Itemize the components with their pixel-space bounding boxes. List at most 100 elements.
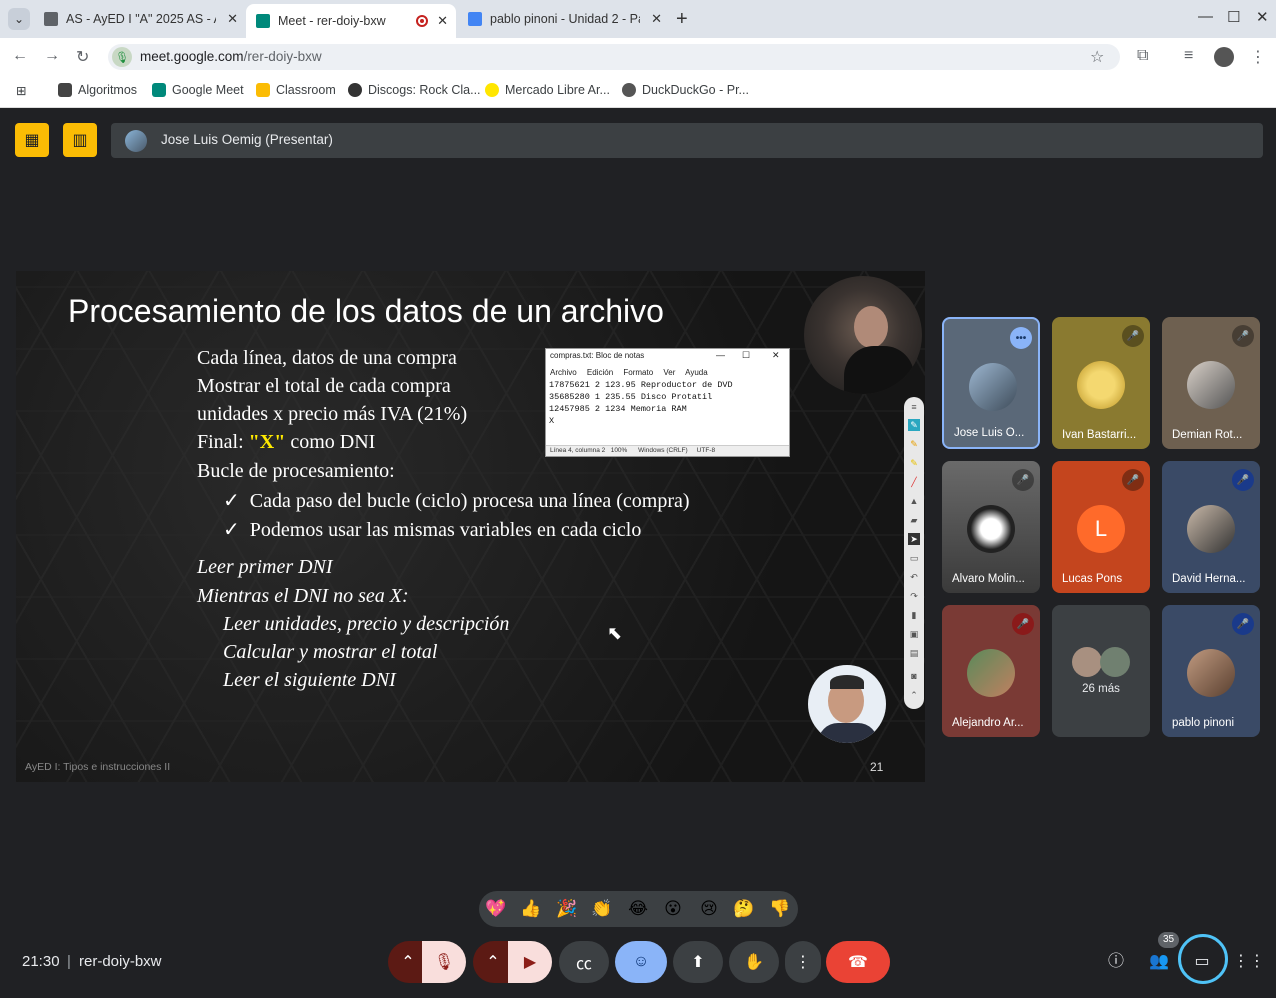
- participant-name: Jose Luis O...: [954, 427, 1025, 439]
- image-icon[interactable]: ▣: [908, 628, 920, 640]
- slide-text: Cada línea, datos de una compra: [197, 347, 457, 369]
- present-button[interactable]: ⬆: [673, 941, 723, 983]
- close-icon[interactable]: ✕: [227, 11, 238, 27]
- board-icon[interactable]: ▤: [908, 647, 920, 659]
- avatar: [1100, 647, 1130, 677]
- participant-tile[interactable]: 🎤 Ivan Bastarri...: [1052, 317, 1150, 449]
- close-icon[interactable]: ✕: [651, 11, 662, 27]
- clear-icon[interactable]: ▭: [908, 552, 920, 564]
- activities-icon[interactable]: ⋮⋮: [1233, 950, 1265, 974]
- slide-algo: Mientras el DNI no sea X:: [197, 585, 409, 607]
- microphone-site-icon[interactable]: 🎙: [112, 47, 132, 67]
- notepad-title: compras.txt: Bloc de notas: [550, 351, 645, 360]
- more-options-icon[interactable]: •••: [1010, 327, 1032, 349]
- tab-strip: ⌄ AS - AyED I "A" 2025 AS - Al ✕ Meet - …: [0, 0, 1276, 38]
- camera-toggle-button[interactable]: ▶: [508, 941, 552, 983]
- tab-search-button[interactable]: ⌄: [8, 8, 30, 30]
- marker-icon[interactable]: ✎: [908, 457, 920, 469]
- participant-tile[interactable]: 🎤 David Herna...: [1162, 461, 1260, 593]
- slide-algo: Leer primer DNI: [197, 556, 333, 578]
- forward-icon[interactable]: →: [44, 47, 60, 65]
- back-icon[interactable]: ←: [12, 47, 28, 65]
- people-icon[interactable]: 👥: [1147, 950, 1171, 974]
- tab-title: pablo pinoni - Unidad 2 - Pa: [490, 12, 640, 26]
- media-icon[interactable]: ≡: [1184, 47, 1193, 65]
- layout-button[interactable]: ▥: [63, 123, 97, 157]
- tab-meet[interactable]: Meet - rer-doiy-bxw ✕: [246, 4, 456, 38]
- more-count: 26 más: [1082, 683, 1120, 695]
- reaction-surprised[interactable]: 😮: [660, 898, 686, 920]
- meeting-info-icon[interactable]: ⓘ: [1104, 950, 1128, 974]
- profile-avatar[interactable]: [1214, 47, 1234, 67]
- bookmark-meet[interactable]: Google Meet: [152, 83, 244, 97]
- captions-button[interactable]: ㏄: [559, 941, 609, 983]
- pointer-icon[interactable]: ➤: [908, 533, 920, 545]
- participant-name: Ivan Bastarri...: [1062, 429, 1137, 441]
- new-tab-button[interactable]: +: [676, 8, 688, 31]
- leave-call-button[interactable]: ☎: [826, 941, 890, 983]
- bookmark-classroom[interactable]: Classroom: [256, 83, 336, 97]
- pen-icon[interactable]: ✎: [908, 419, 920, 431]
- stamp-icon[interactable]: ▲: [908, 495, 920, 507]
- reaction-party[interactable]: 🎉: [554, 898, 580, 920]
- url-text[interactable]: meet.google.com/rer-doiy-bxw: [140, 49, 322, 64]
- participant-tile[interactable]: L 🎤 Lucas Pons: [1052, 461, 1150, 593]
- apps-icon[interactable]: ⊞: [16, 83, 26, 98]
- minimize-button[interactable]: —: [1198, 8, 1213, 25]
- presenter-bar: Jose Luis Oemig (Presentar): [111, 123, 1263, 158]
- reaction-clap[interactable]: 👏: [589, 898, 615, 920]
- notepad-line: 35685280 1 235.55 Disco Protatil: [549, 392, 713, 402]
- presenter-webcam-1: [804, 276, 922, 394]
- hand-icon: ✋: [744, 954, 764, 971]
- slide-text: Final: "X" como DNI: [197, 431, 376, 453]
- maximize-button[interactable]: ☐: [1227, 8, 1240, 26]
- reaction-thumbs-down[interactable]: 👎: [767, 898, 793, 920]
- notepad-line: 17875621 2 123.95 Reproductor de DVD: [549, 380, 733, 390]
- reaction-thinking[interactable]: 🤔: [731, 898, 757, 920]
- bookmark-algoritmos[interactable]: Algoritmos: [58, 83, 137, 97]
- participant-tile[interactable]: 🎤 Alejandro Ar...: [942, 605, 1040, 737]
- slide-check: ✓ Podemos usar las mismas variables en c…: [223, 519, 642, 541]
- camera-off-icon: ▶: [523, 954, 537, 971]
- slide-algo: Leer el siguiente DNI: [223, 669, 396, 691]
- reload-icon[interactable]: ↻: [76, 47, 89, 67]
- reaction-thumbs-up[interactable]: 👍: [518, 898, 544, 920]
- reaction-laugh[interactable]: 😂: [625, 898, 651, 920]
- menu-icon[interactable]: ⋮: [1250, 47, 1266, 67]
- reaction-heart[interactable]: 💖: [483, 898, 509, 920]
- bookmark-discogs[interactable]: Discogs: Rock Cla...: [348, 83, 481, 97]
- bookmark-mercadolibre[interactable]: Mercado Libre Ar...: [485, 83, 610, 97]
- participant-name: Alejandro Ar...: [952, 717, 1024, 729]
- close-icon[interactable]: ✕: [437, 13, 448, 29]
- chevron-up-icon[interactable]: ⌃: [908, 689, 920, 701]
- redo-icon[interactable]: ↷: [908, 590, 920, 602]
- participant-tile[interactable]: 🎤 pablo pinoni: [1162, 605, 1260, 737]
- undo-icon[interactable]: ↶: [908, 571, 920, 583]
- highlighter-icon[interactable]: ✎: [908, 438, 920, 450]
- extensions-icon[interactable]: ⧉: [1137, 47, 1148, 65]
- participant-tile[interactable]: 🎤 Alvaro Molin...: [942, 461, 1040, 593]
- line-icon[interactable]: ╱: [908, 476, 920, 488]
- slide-text: Mostrar el total de cada compra: [197, 375, 451, 397]
- participant-tile[interactable]: ••• Jose Luis O...: [942, 317, 1040, 449]
- annotation-toolbar: ≡ ✎ ✎ ✎ ╱ ▲ ▰ ➤ ▭ ↶ ↷ ▮ ▣ ▤ ◙ ⌃: [904, 397, 924, 709]
- star-icon[interactable]: ☆: [1090, 47, 1104, 67]
- bookmark-duckduckgo[interactable]: DuckDuckGo - Pr...: [622, 83, 749, 97]
- mic-off-icon: 🎤: [1232, 325, 1254, 347]
- eraser-icon[interactable]: ▰: [908, 514, 920, 526]
- reaction-sad[interactable]: 😢: [696, 898, 722, 920]
- notepad-line: 12457985 2 1234 Memoria RAM: [549, 404, 687, 414]
- reactions-button[interactable]: ☺: [615, 941, 667, 983]
- more-participants-tile[interactable]: 26 más: [1052, 605, 1150, 737]
- trash-icon[interactable]: ▮: [908, 609, 920, 621]
- mic-toggle-button[interactable]: 🎙: [422, 941, 466, 983]
- more-options-button[interactable]: ⋮: [785, 941, 821, 983]
- participant-tile[interactable]: 🎤 Demian Rot...: [1162, 317, 1260, 449]
- close-window-button[interactable]: ✕: [1256, 8, 1269, 26]
- raise-hand-button[interactable]: ✋: [729, 941, 779, 983]
- tab-ayed[interactable]: AS - AyED I "A" 2025 AS - Al ✕: [34, 4, 246, 34]
- tab-docs[interactable]: pablo pinoni - Unidad 2 - Pa ✕: [458, 4, 670, 34]
- camera-icon[interactable]: ◙: [908, 670, 920, 682]
- hide-presentation-button[interactable]: ▦: [15, 123, 49, 157]
- video-options-button[interactable]: ⌃: [473, 941, 513, 983]
